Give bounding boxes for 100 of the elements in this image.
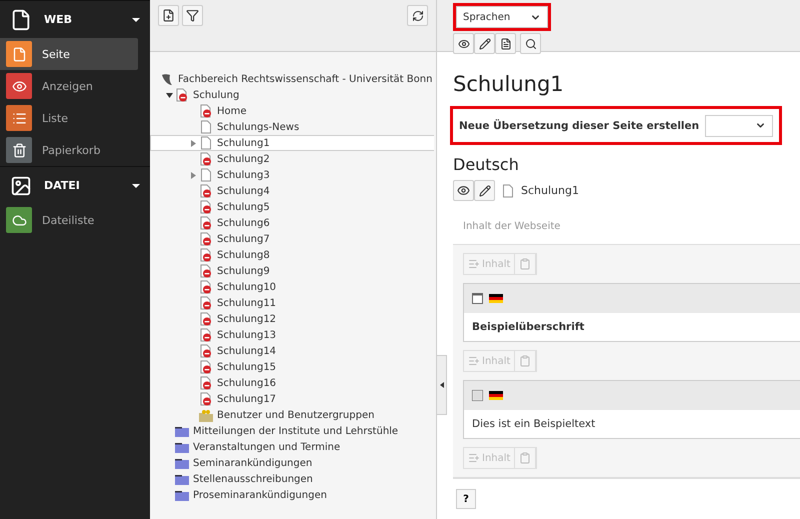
collapsed-icon[interactable] — [190, 172, 196, 178]
edit-page-button[interactable] — [474, 33, 495, 54]
hidden-page-icon — [199, 312, 213, 326]
tree-root[interactable]: Fachbereich Rechtswissenschaft - Universität Bonn — [150, 71, 434, 87]
add-list-icon — [468, 355, 480, 367]
module-item[interactable]: Dateiliste — [0, 204, 138, 236]
hidden-page-icon — [199, 264, 213, 278]
help-button[interactable]: ? — [456, 489, 476, 509]
page-icon — [199, 136, 213, 150]
tree-item[interactable]: Stellenausschreibungen — [150, 471, 434, 487]
refresh-button[interactable] — [407, 5, 428, 26]
filter-icon — [186, 9, 199, 22]
group-title[interactable]: WEB — [44, 13, 120, 26]
module-glyph-icon — [12, 110, 26, 126]
clipboard-icon — [519, 452, 532, 464]
translation-label: Neue Übersetzung dieser Seite erstellen — [459, 120, 700, 132]
caret-icon[interactable] — [132, 184, 140, 188]
view-select[interactable]: Sprachen — [456, 6, 548, 28]
user-folder-icon — [199, 408, 213, 422]
triangle-icon — [440, 382, 444, 388]
language-heading: Deutsch — [453, 155, 520, 174]
collapsed-icon[interactable] — [190, 140, 196, 146]
view-button[interactable] — [453, 180, 474, 201]
tree-item[interactable]: Schulung16 — [150, 375, 434, 391]
hidden-page-icon — [199, 280, 213, 294]
module-glyph-icon — [12, 78, 26, 94]
folder-icon — [175, 425, 189, 437]
collapse-handle[interactable] — [437, 355, 447, 415]
page-name: Schulung1 — [521, 184, 579, 197]
folder-icon — [175, 489, 189, 501]
eye-icon — [457, 184, 470, 197]
tree-item[interactable]: Veranstaltungen und Termine — [150, 439, 434, 455]
tree-item[interactable]: Mitteilungen der Institute und Lehrstühle — [150, 423, 434, 439]
tree-item[interactable]: Schulung — [150, 87, 434, 103]
tree-item[interactable]: Schulung8 — [150, 247, 434, 263]
group-icon — [10, 174, 32, 196]
tree-item[interactable]: Benutzer und Benutzergruppen — [150, 407, 434, 423]
flag-icon — [489, 391, 503, 400]
hidden-page-icon — [199, 328, 213, 342]
tree-item[interactable]: Schulung14 — [150, 343, 434, 359]
module-glyph-icon — [12, 212, 26, 228]
content-card[interactable]: Beispielüberschrift — [463, 283, 800, 342]
page-icon — [199, 168, 213, 182]
tree-item[interactable]: Schulung10 — [150, 279, 434, 295]
module-glyph-icon — [12, 46, 26, 62]
module-item[interactable]: Seite — [0, 38, 138, 70]
hidden-page-icon — [199, 152, 213, 166]
caret-icon[interactable] — [132, 18, 140, 22]
pencil-icon — [478, 184, 490, 196]
hidden-page-icon — [199, 232, 213, 246]
search-button[interactable] — [520, 33, 541, 54]
hidden-page-icon — [199, 296, 213, 310]
filter-button[interactable] — [182, 5, 203, 26]
tree-item[interactable]: Seminarankündigungen — [150, 455, 434, 471]
tree-item[interactable]: Home — [150, 103, 434, 119]
module-item[interactable]: Anzeigen — [0, 70, 138, 102]
flag-icon — [489, 294, 503, 303]
clipboard-icon — [519, 258, 532, 270]
group-icon — [10, 8, 32, 30]
content-card[interactable]: Dies ist ein Beispieltext — [463, 380, 800, 439]
file-plus-icon — [162, 9, 175, 22]
module-glyph-icon — [12, 142, 26, 158]
hidden-page-icon — [199, 200, 213, 214]
hidden-page-icon — [199, 104, 213, 118]
tree-item[interactable]: Schulung11 — [150, 295, 434, 311]
tree-item[interactable]: Schulung3 — [150, 167, 434, 183]
group-title[interactable]: DATEI — [44, 179, 120, 192]
content-type-icon — [472, 293, 483, 304]
hidden-page-icon — [199, 376, 213, 390]
new-content-button[interactable] — [495, 33, 516, 54]
refresh-icon — [412, 10, 424, 22]
content-type-icon — [472, 390, 483, 401]
tree-item[interactable]: Schulung2 — [150, 151, 434, 167]
tree-item[interactable]: Schulung7 — [150, 231, 434, 247]
new-page-button[interactable] — [158, 5, 179, 26]
tree-item[interactable]: Schulung17 — [150, 391, 434, 407]
page-icon — [501, 184, 515, 198]
folder-icon — [175, 441, 189, 453]
module-item[interactable]: Papierkorb — [0, 134, 138, 166]
folder-icon — [175, 457, 189, 469]
logo-icon — [161, 72, 174, 86]
tree-item[interactable]: Schulung12 — [150, 311, 434, 327]
module-item[interactable]: Liste — [0, 102, 138, 134]
tree-item[interactable]: Proseminarankündigungen — [150, 487, 434, 503]
hidden-page-icon — [175, 88, 189, 102]
tree-item[interactable]: Schulung15 — [150, 359, 434, 375]
tree-item[interactable]: Schulung9 — [150, 263, 434, 279]
add-list-icon — [468, 452, 480, 464]
clipboard-icon — [519, 355, 532, 367]
expanded-icon[interactable] — [166, 92, 172, 98]
tree-item[interactable]: Schulung4 — [150, 183, 434, 199]
pencil-icon — [478, 38, 490, 50]
tree-item[interactable]: Schulung13 — [150, 327, 434, 343]
tree-item[interactable]: Schulungs-News — [150, 119, 434, 135]
edit-button[interactable] — [474, 180, 495, 201]
preview-button[interactable] — [453, 33, 474, 54]
tree-item[interactable]: Schulung6 — [150, 215, 434, 231]
hidden-page-icon — [199, 360, 213, 374]
tree-item[interactable]: Schulung5 — [150, 199, 434, 215]
folder-icon — [175, 473, 189, 485]
